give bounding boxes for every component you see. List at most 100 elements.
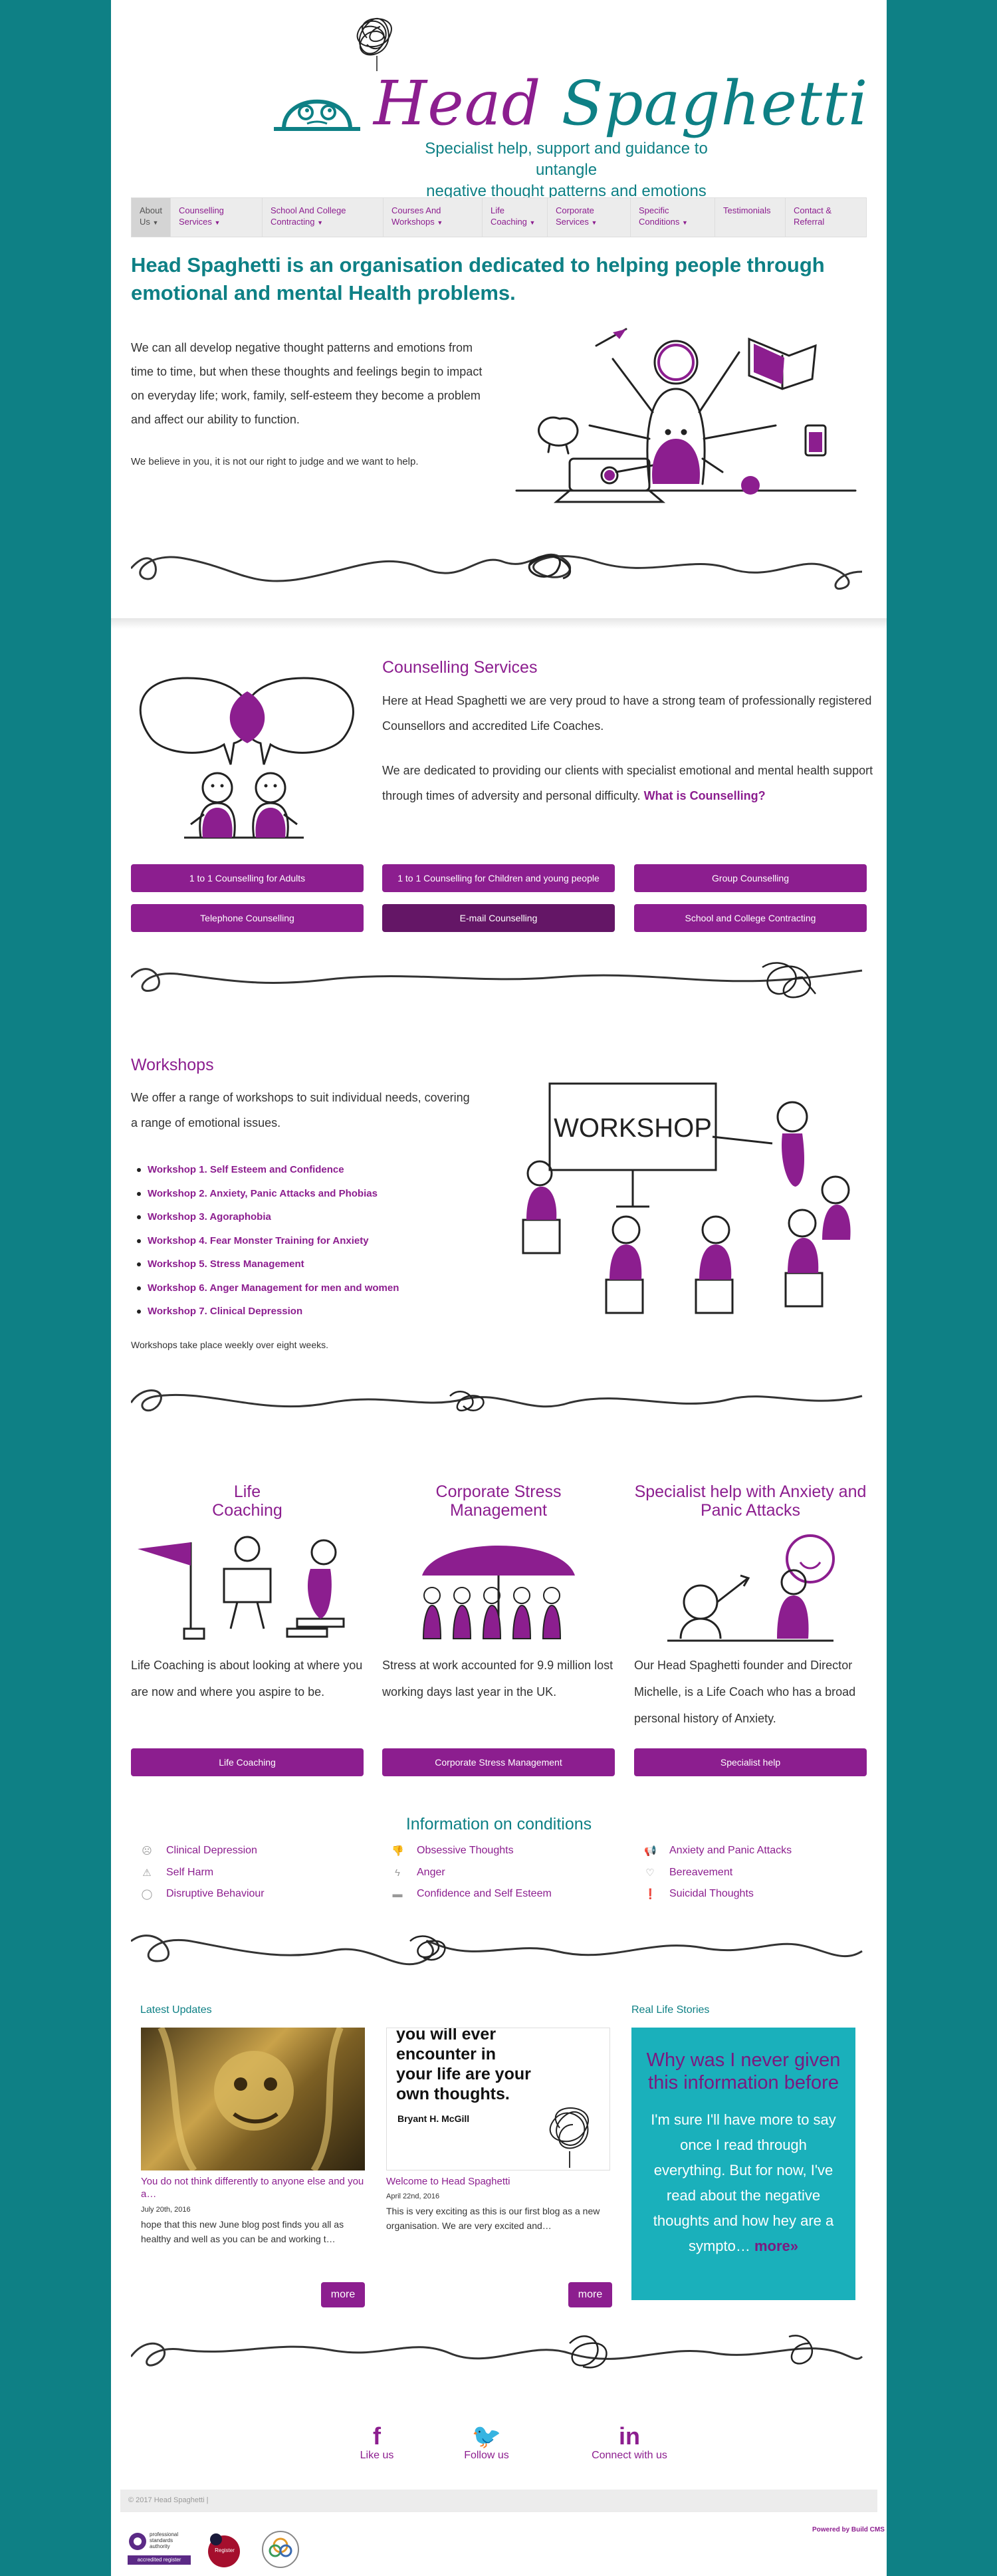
- counselling-p2-text: We are dedicated to providing our client…: [382, 764, 873, 802]
- title-line: Coaching: [212, 1501, 282, 1520]
- footer-bar: © 2017 Head Spaghetti |: [120, 2490, 877, 2512]
- what-is-counselling-link[interactable]: What is Counselling?: [644, 789, 766, 802]
- workshop-link[interactable]: Workshop 7. Clinical Depression: [134, 1300, 399, 1324]
- register-text: Register: [215, 2547, 235, 2553]
- workshop-link[interactable]: Workshop 5. Stress Management: [134, 1252, 399, 1276]
- post-image-golden[interactable]: [141, 2028, 365, 2170]
- workshops-note: Workshops take place weekly over eight w…: [131, 1340, 328, 1350]
- counselling-illustration: [139, 677, 354, 839]
- condition-link-anger[interactable]: ϟ Anger: [391, 1867, 445, 1879]
- condition-link-clinical-depression[interactable]: ☹ Clinical Depression: [141, 1845, 257, 1857]
- condition-link-suicidal-thoughts[interactable]: ❗ Suicidal Thoughts: [644, 1888, 754, 1900]
- title-line: Corporate Stress: [435, 1482, 562, 1501]
- social-label: Like us: [360, 2450, 394, 2461]
- condition-link-obsessive-thoughts[interactable]: 👎 Obsessive Thoughts: [391, 1845, 514, 1857]
- anxiety-help-text: Our Head Spaghetti founder and Director …: [634, 1659, 856, 1725]
- life-coaching-text: Life Coaching is about looking at where …: [131, 1659, 363, 1698]
- nav-item-corporate[interactable]: Corporate Services ▼: [548, 198, 631, 237]
- circle-badge[interactable]: [261, 2529, 300, 2569]
- story-more-link[interactable]: more»: [754, 2238, 798, 2254]
- condition-link-confidence[interactable]: ▬ Confidence and Self Esteem: [391, 1888, 552, 1900]
- group-counselling-button[interactable]: Group Counselling: [634, 864, 867, 892]
- nav-label: Coaching: [490, 217, 527, 227]
- nav-item-courses[interactable]: Courses And Workshops ▼: [384, 198, 483, 237]
- multitasking-illustration: [515, 328, 857, 503]
- corporate-stress-button[interactable]: Corporate Stress Management: [382, 1748, 615, 1776]
- post-image-quote[interactable]: you will ever encounter in your life are…: [386, 2028, 610, 2170]
- thumbs-down-icon: 👎: [391, 1845, 404, 1857]
- tagline-line-1: Specialist help, support and guidance to…: [425, 140, 708, 179]
- heart-icon: ♡: [645, 1867, 655, 1879]
- quote-text: you will ever encounter in your life are…: [396, 2028, 531, 2104]
- workshop-link[interactable]: Workshop 6. Anger Management for men and…: [134, 1276, 399, 1300]
- section-shadow: [111, 618, 887, 629]
- psa-line: authority: [150, 2543, 170, 2549]
- condition-link-anxiety[interactable]: 📢 Anxiety and Panic Attacks: [644, 1845, 792, 1857]
- warning-icon: ⚠: [142, 1867, 152, 1879]
- twitter-link[interactable]: 🐦 Follow us: [450, 2423, 523, 2462]
- school-contracting-button[interactable]: School and College Contracting: [634, 904, 867, 932]
- post-more-button[interactable]: more: [321, 2282, 365, 2307]
- nav-label: Us: [140, 217, 150, 227]
- site-logo[interactable]: Head Spaghetti Specialist help, support …: [267, 8, 867, 200]
- condition-label: Self Harm: [166, 1867, 214, 1878]
- nav-item-contact[interactable]: Contact & Referral: [786, 198, 839, 237]
- megaphone-icon: 📢: [644, 1845, 657, 1857]
- workshop-link[interactable]: Workshop 1. Self Esteem and Confidence: [134, 1158, 399, 1182]
- condition-label: Obsessive Thoughts: [417, 1845, 514, 1856]
- story-heading: Why was I never given this information b…: [646, 2049, 841, 2093]
- psa-badge[interactable]: professional standards authority accredite…: [128, 2531, 194, 2566]
- facebook-link[interactable]: f Like us: [340, 2423, 413, 2462]
- condition-label: Clinical Depression: [166, 1845, 257, 1856]
- caret-down-icon: ▼: [437, 219, 443, 226]
- condition-label: Bereavement: [669, 1867, 733, 1878]
- nav-label: Testimonials: [722, 205, 771, 215]
- post-date: July 20th, 2016: [141, 2206, 191, 2214]
- logo-title-head: Head: [374, 68, 542, 139]
- nav-item-testimonials[interactable]: Testimonials: [715, 198, 786, 237]
- email-counselling-button[interactable]: E-mail Counselling: [382, 904, 615, 932]
- counselling-paragraph-1: Here at Head Spaghetti we are very proud…: [382, 694, 872, 733]
- condition-link-self-harm[interactable]: ⚠ Self Harm: [141, 1867, 213, 1879]
- telephone-counselling-button[interactable]: Telephone Counselling: [131, 904, 364, 932]
- corporate-stress-title: Corporate Stress Management: [382, 1482, 615, 1520]
- real-life-stories-title: Real Life Stories: [631, 2004, 710, 2016]
- workshop-link[interactable]: Workshop 4. Fear Monster Training for An…: [134, 1229, 399, 1253]
- main-nav: About Us ▼ Counselling Services ▼ School A…: [131, 197, 867, 237]
- intro-heading: Head Spaghetti is an organisation dedica…: [131, 253, 825, 304]
- workshops-title: Workshops: [131, 1056, 214, 1074]
- psa-line: standards: [150, 2537, 173, 2543]
- logo-face-icon: [274, 99, 360, 131]
- nav-label: Services: [178, 217, 212, 227]
- intro-paragraph: We can all develop negative thought patt…: [131, 341, 483, 426]
- golden-statue-image: [158, 2028, 344, 2170]
- nav-item-conditions[interactable]: Specific Conditions ▼: [631, 198, 715, 237]
- condition-link-disruptive-behaviour[interactable]: ◯ Disruptive Behaviour: [141, 1888, 265, 1900]
- workshop-link[interactable]: Workshop 3. Agoraphobia: [134, 1205, 399, 1229]
- nav-item-counselling[interactable]: Counselling Services ▼: [171, 198, 263, 237]
- post-more-button[interactable]: more: [568, 2282, 612, 2307]
- scribble-divider: [131, 962, 863, 998]
- anxiety-illustration: [667, 1534, 835, 1642]
- nav-item-life-coaching[interactable]: Life Coaching ▼: [483, 198, 548, 237]
- counselling-adults-button[interactable]: 1 to 1 Counselling for Adults: [131, 864, 364, 892]
- counselling-children-button[interactable]: 1 to 1 Counselling for Children and youn…: [382, 864, 615, 892]
- anxiety-help-title: Specialist help with Anxiety and Panic At…: [634, 1482, 867, 1520]
- post-title-link[interactable]: You do not think differently to anyone e…: [141, 2175, 365, 2200]
- tagline: Specialist help, support and guidance to…: [393, 138, 739, 202]
- page-container: Head Spaghetti Specialist help, support …: [111, 0, 887, 2576]
- story-card: Why was I never given this information b…: [631, 2028, 855, 2300]
- workshop-link[interactable]: Workshop 2. Anxiety, Panic Attacks and P…: [134, 1182, 399, 1206]
- linkedin-link[interactable]: in Connect with us: [580, 2423, 679, 2462]
- post-title-link[interactable]: Welcome to Head Spaghetti: [386, 2175, 610, 2188]
- specialist-help-button[interactable]: Specialist help: [634, 1748, 867, 1776]
- life-coaching-button[interactable]: Life Coaching: [131, 1748, 364, 1776]
- nav-label: Courses And: [391, 205, 441, 215]
- condition-label: Anger: [417, 1867, 445, 1878]
- nav-item-school[interactable]: School And College Contracting ▼: [263, 198, 384, 237]
- powered-by-link[interactable]: Powered by Build CMS: [812, 2526, 885, 2533]
- condition-link-bereavement[interactable]: ♡ Bereavement: [644, 1867, 732, 1879]
- register-badge[interactable]: Register: [204, 2531, 241, 2568]
- nav-item-about[interactable]: About Us ▼: [132, 198, 171, 237]
- exclamation-icon: ❗: [644, 1889, 657, 1900]
